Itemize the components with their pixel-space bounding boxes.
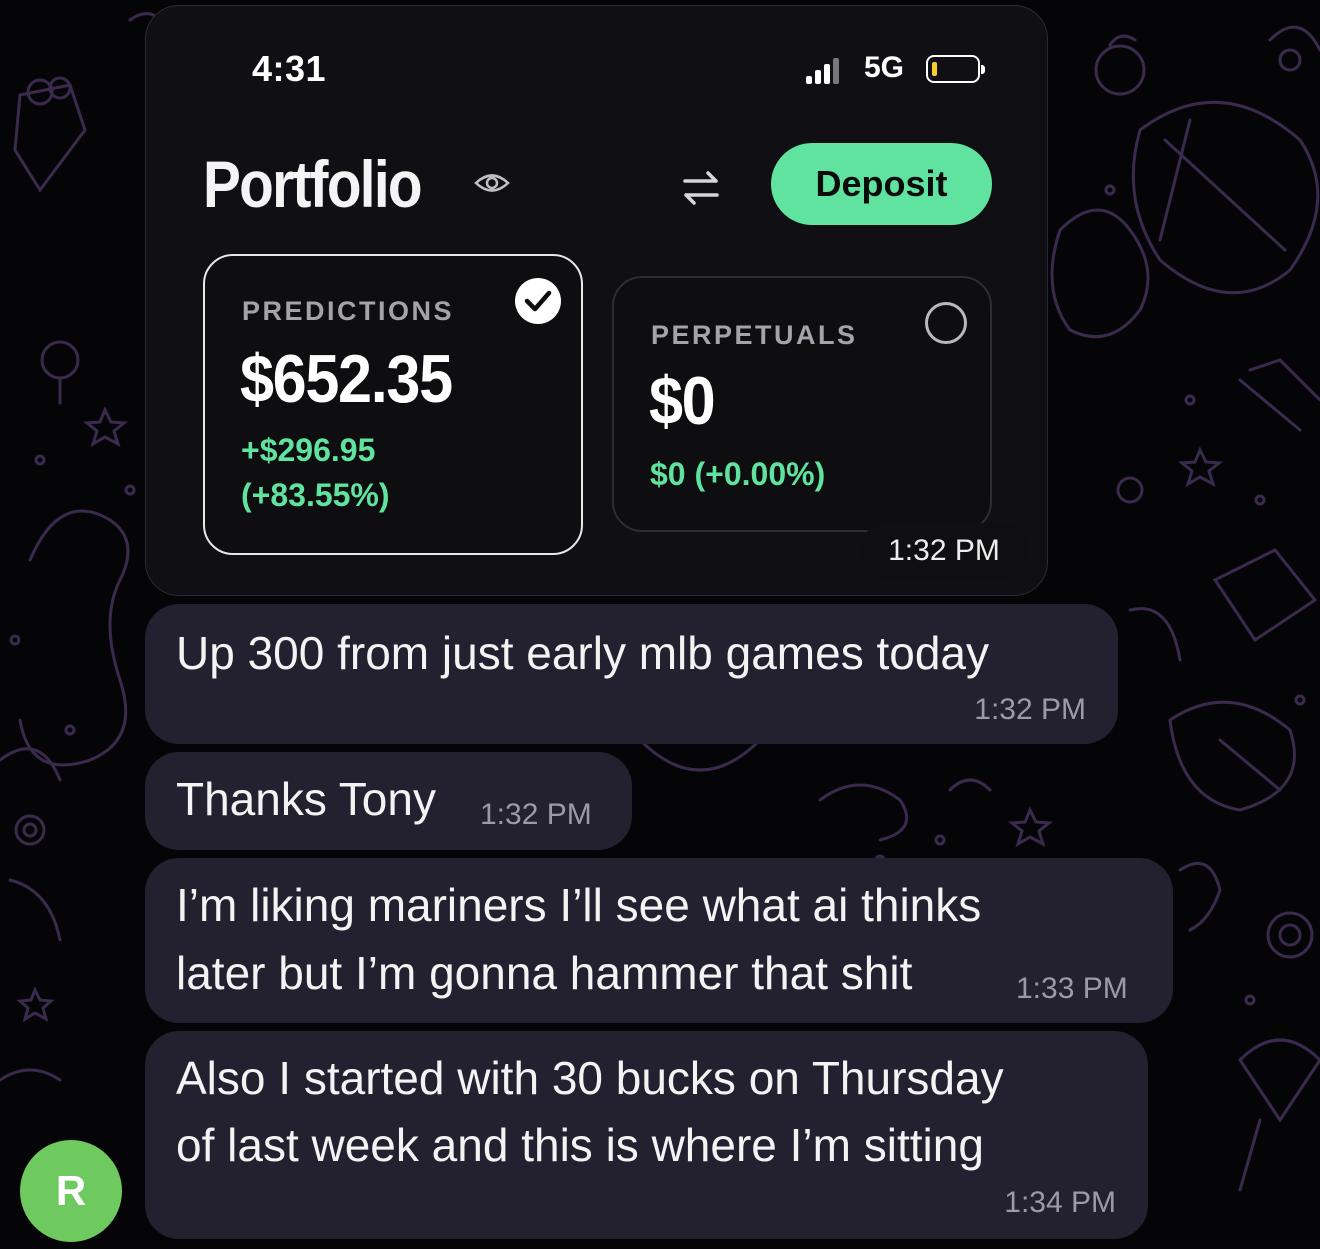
radio-unselected-icon bbox=[925, 302, 967, 344]
sender-avatar[interactable]: R bbox=[20, 1140, 122, 1242]
message-bubble[interactable]: Also I started with 30 bucks on Thursday… bbox=[145, 1031, 1148, 1239]
perpetuals-value: $0 bbox=[649, 363, 716, 439]
message-bubble[interactable]: Up 300 from just early mlb games today 1… bbox=[145, 604, 1118, 744]
network-label: 5G bbox=[864, 51, 905, 84]
message-text: Up 300 from just early mlb games today bbox=[176, 627, 990, 679]
message-bubble[interactable]: I’m liking mariners I’ll see what ai thi… bbox=[145, 858, 1173, 1023]
predictions-value: $652.35 bbox=[240, 341, 453, 417]
cell-signal-icon bbox=[806, 58, 842, 84]
perpetuals-label: PERPETUALS bbox=[651, 320, 858, 350]
perpetuals-card[interactable]: PERPETUALS $0 $0 (+0.00%) bbox=[612, 276, 992, 532]
portfolio-screenshot-message[interactable]: 4:31 5G Portfolio Deposit PREDICTIONS $6… bbox=[145, 5, 1048, 596]
message-time: 1:32 PM bbox=[480, 798, 592, 831]
message-text-line: later but I’m gonna hammer that shit bbox=[176, 947, 913, 999]
message-text: Thanks Tony bbox=[176, 773, 436, 825]
predictions-change: +$296.95 bbox=[241, 432, 376, 468]
transfer-icon[interactable] bbox=[680, 170, 722, 206]
message-time: 1:33 PM bbox=[1016, 972, 1128, 1005]
perpetuals-change: $0 (+0.00%) bbox=[650, 456, 826, 492]
message-text-line: Also I started with 30 bucks on Thursday bbox=[176, 1052, 1004, 1104]
message-text-line: of last week and this is where I’m sitti… bbox=[176, 1119, 984, 1171]
message-time: 1:34 PM bbox=[1004, 1186, 1116, 1219]
predictions-label: PREDICTIONS bbox=[242, 296, 455, 326]
portfolio-title: Portfolio bbox=[203, 147, 423, 221]
message-time: 1:32 PM bbox=[974, 693, 1086, 726]
deposit-button[interactable]: Deposit bbox=[771, 143, 992, 225]
check-circle-icon bbox=[515, 278, 561, 324]
message-text-line: I’m liking mariners I’ll see what ai thi… bbox=[176, 879, 982, 931]
message-bubble[interactable]: Thanks Tony 1:32 PM bbox=[145, 752, 632, 850]
predictions-change-percent: (+83.55%) bbox=[241, 477, 390, 513]
status-bar-time: 4:31 bbox=[252, 48, 327, 89]
battery-icon bbox=[926, 55, 985, 83]
eye-icon[interactable] bbox=[474, 172, 510, 194]
predictions-card[interactable]: PREDICTIONS $652.35 +$296.95 (+83.55%) bbox=[203, 254, 583, 555]
message-time: 1:32 PM bbox=[859, 523, 1029, 579]
